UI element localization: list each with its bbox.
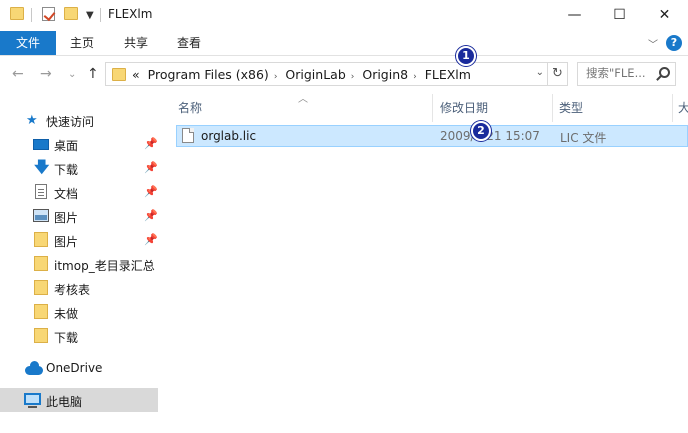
- title-bar: ▼ FLEXlm — ☐ ✕: [0, 0, 688, 31]
- file-list: ︿ 名称 修改日期 类型 大 orglab.lic 2009/7/21 15:0…: [162, 94, 688, 433]
- folder-icon: [34, 328, 48, 343]
- folder-icon: [34, 280, 48, 295]
- column-header-type[interactable]: 类型: [559, 99, 583, 116]
- annotation-badge-2: 2: [471, 121, 491, 141]
- sidebar-item-label: 桌面: [54, 139, 79, 153]
- sidebar-item-label: 下载: [54, 331, 79, 345]
- annotation-badge-1: 1: [456, 46, 476, 66]
- folder-icon: [34, 232, 48, 247]
- sidebar-item-downloads[interactable]: 🡇 下载 📌: [0, 156, 158, 180]
- column-header-date[interactable]: 修改日期: [440, 99, 488, 116]
- column-divider[interactable]: [672, 94, 673, 122]
- back-button[interactable]: ←: [12, 66, 24, 82]
- star-icon: ★: [26, 113, 38, 128]
- address-bar[interactable]: « Program Files (x86) › OriginLab › Origin…: [105, 62, 548, 86]
- column-header-size[interactable]: 大: [678, 99, 688, 116]
- address-history-dropdown-icon[interactable]: ⌄: [536, 67, 544, 78]
- expand-ribbon-icon[interactable]: ﹀: [648, 36, 658, 51]
- close-button[interactable]: ✕: [642, 0, 687, 30]
- file-name: orglab.lic: [201, 129, 257, 143]
- sidebar-item-weizuo[interactable]: 未做: [0, 300, 158, 324]
- sidebar-item-this-pc[interactable]: 此电脑: [0, 388, 158, 412]
- sidebar-item-documents[interactable]: 文档 📌: [0, 180, 158, 204]
- sidebar-item-onedrive[interactable]: OneDrive: [0, 356, 158, 380]
- folder-icon: [34, 304, 48, 319]
- tab-view[interactable]: 查看: [163, 31, 215, 55]
- column-divider[interactable]: [552, 94, 553, 122]
- sidebar-item-label: 考核表: [54, 283, 91, 297]
- chevron-right-icon[interactable]: ›: [274, 72, 278, 82]
- breadcrumb-flexlm[interactable]: FLEXlm: [425, 67, 471, 82]
- recent-locations-icon[interactable]: ⌄: [68, 69, 76, 80]
- sidebar-item-label: itmop_老目录汇总: [54, 259, 155, 273]
- help-icon[interactable]: ?: [666, 35, 682, 51]
- window-title: FLEXlm: [108, 7, 153, 21]
- pin-icon[interactable]: 📌: [144, 137, 158, 150]
- sidebar-item-label: 图片: [54, 211, 79, 225]
- sidebar-item-desktop[interactable]: 桌面 📌: [0, 132, 158, 156]
- table-row[interactable]: orglab.lic 2009/7/21 15:07 LIC 文件: [176, 125, 688, 147]
- sidebar-item-label: 下载: [54, 163, 79, 177]
- pin-icon[interactable]: 📌: [144, 161, 158, 174]
- file-icon: [182, 128, 194, 143]
- breadcrumb-origin8[interactable]: Origin8: [362, 67, 408, 82]
- folder-icon: [10, 7, 24, 20]
- search-input[interactable]: [586, 66, 652, 80]
- new-folder-icon[interactable]: [64, 7, 78, 20]
- sidebar-item-pictures[interactable]: 图片 📌: [0, 204, 158, 228]
- minimize-button[interactable]: —: [552, 0, 597, 30]
- pin-icon[interactable]: 📌: [144, 209, 158, 222]
- properties-icon[interactable]: [42, 7, 55, 21]
- folder-icon: [34, 256, 48, 271]
- breadcrumb: « Program Files (x86) › OriginLab › Origin…: [132, 67, 475, 82]
- search-icon[interactable]: [659, 67, 670, 78]
- sidebar-item-label: 文档: [54, 187, 79, 201]
- sort-ascending-icon: ︿: [298, 94, 308, 105]
- column-divider[interactable]: [432, 94, 433, 122]
- column-header-name[interactable]: 名称: [178, 99, 202, 116]
- pin-icon[interactable]: 📌: [144, 185, 158, 198]
- ribbon-tabs: 文件 主页 共享 查看 ﹀ ?: [0, 31, 688, 56]
- tab-home[interactable]: 主页: [56, 31, 108, 55]
- navigation-pane: ★ 快速访问 桌面 📌 🡇 下载 📌 文档 📌 图片 📌 图片 📌 itmop_…: [0, 94, 160, 433]
- pin-icon[interactable]: 📌: [144, 233, 158, 246]
- search-box[interactable]: [577, 62, 676, 86]
- quick-access-toolbar-dropdown-icon[interactable]: ▼: [86, 10, 94, 21]
- up-button[interactable]: ↑: [87, 66, 99, 82]
- computer-icon: [24, 393, 41, 408]
- sidebar-item-kaohebiao[interactable]: 考核表: [0, 276, 158, 300]
- sidebar-item-itmop[interactable]: itmop_老目录汇总: [0, 252, 158, 276]
- forward-button[interactable]: →: [40, 66, 52, 82]
- sidebar-item-label: OneDrive: [46, 361, 103, 375]
- sidebar-item-label: 快速访问: [46, 115, 95, 129]
- tab-share[interactable]: 共享: [110, 31, 162, 55]
- refresh-button[interactable]: ↻: [548, 62, 568, 86]
- breadcrumb-overflow[interactable]: «: [132, 67, 140, 82]
- sidebar-item-downloads-folder[interactable]: 下载: [0, 324, 158, 348]
- sidebar-item-quick-access[interactable]: ★ 快速访问: [0, 108, 158, 132]
- onedrive-icon: [25, 361, 43, 375]
- download-icon: 🡇: [34, 158, 50, 176]
- divider: [31, 8, 32, 22]
- sidebar-item-label: 图片: [54, 235, 79, 249]
- breadcrumb-originlab[interactable]: OriginLab: [285, 67, 345, 82]
- sidebar-item-label: 此电脑: [46, 395, 83, 409]
- folder-icon: [112, 68, 126, 81]
- navigation-bar: ← → ⌄ ↑ « Program Files (x86) › OriginLab…: [0, 56, 688, 94]
- divider: [100, 8, 101, 22]
- document-icon: [35, 184, 47, 199]
- sidebar-item-label: 未做: [54, 307, 79, 321]
- tab-file[interactable]: 文件: [0, 31, 56, 55]
- sidebar-item-pictures-folder[interactable]: 图片 📌: [0, 228, 158, 252]
- chevron-right-icon[interactable]: ›: [351, 72, 355, 82]
- chevron-right-icon[interactable]: ›: [413, 72, 417, 82]
- desktop-icon: [33, 139, 49, 150]
- breadcrumb-program-files[interactable]: Program Files (x86): [148, 67, 269, 82]
- pictures-icon: [33, 209, 49, 222]
- file-type: LIC 文件: [560, 131, 607, 145]
- maximize-button[interactable]: ☐: [597, 0, 642, 30]
